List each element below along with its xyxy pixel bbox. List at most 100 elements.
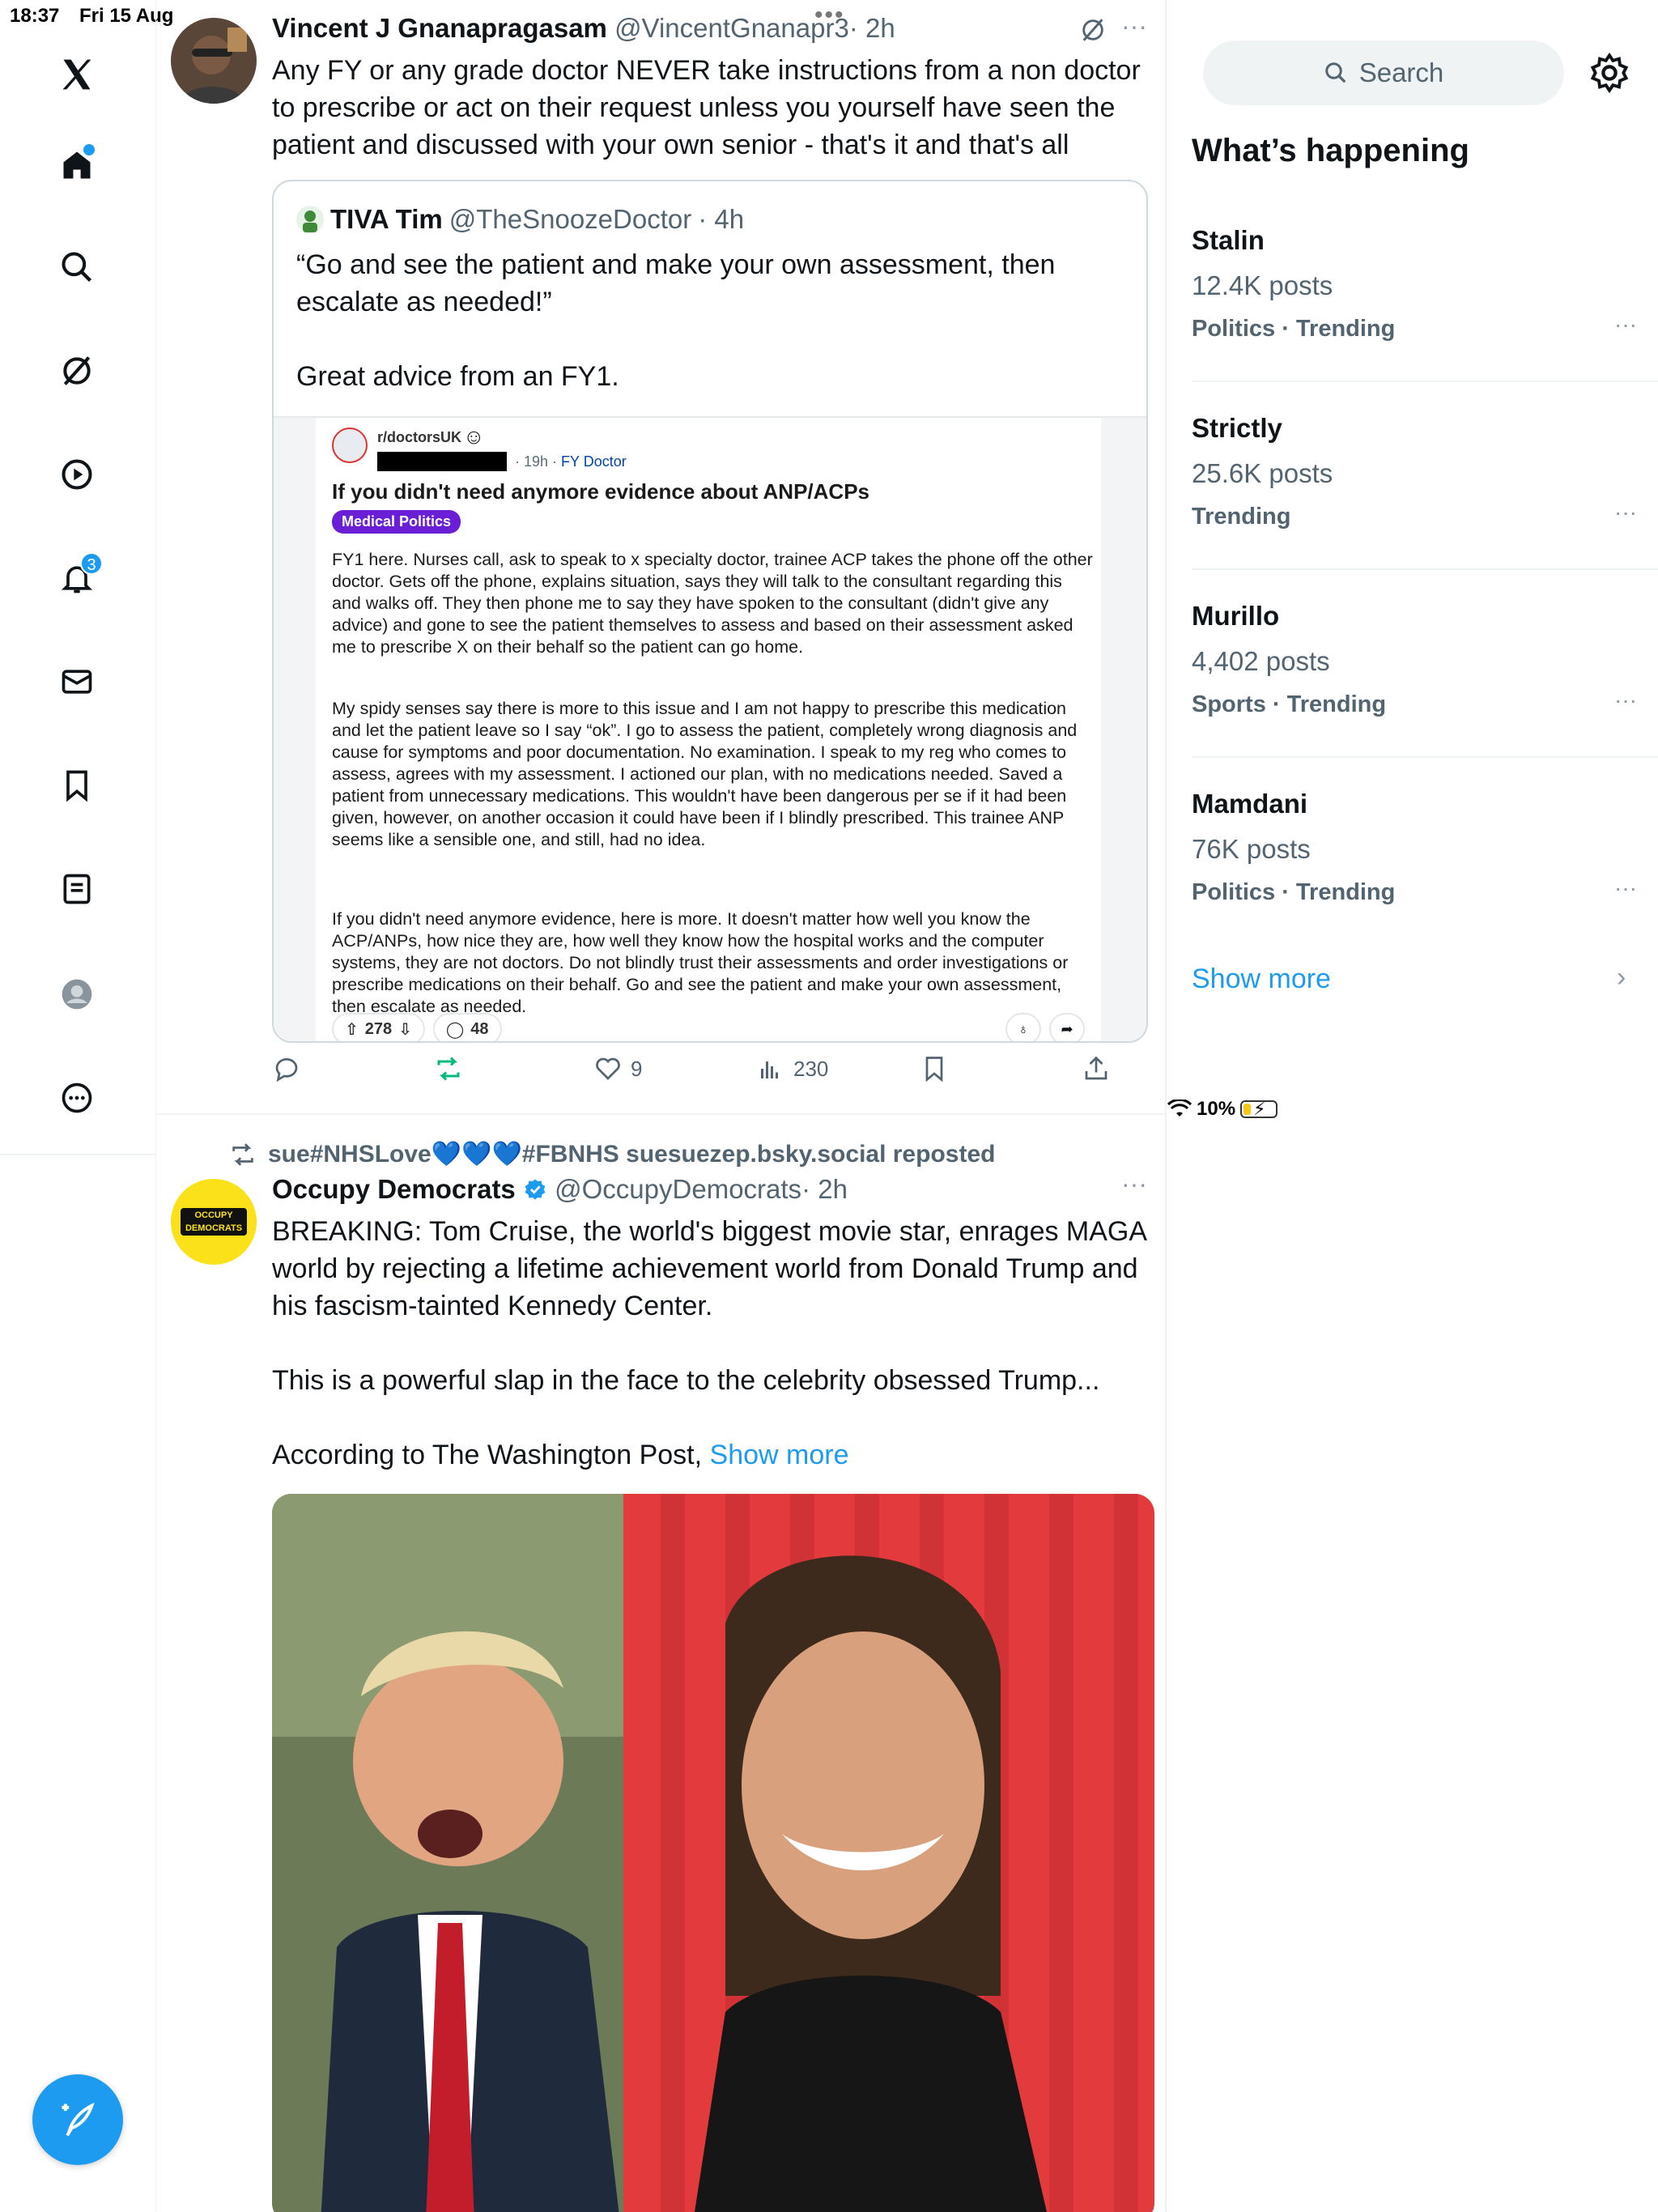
notification-badge: 3 bbox=[80, 552, 103, 575]
reddit-alien-icon: ☺ bbox=[463, 424, 485, 449]
post-time: · 2h bbox=[848, 13, 895, 43]
chevron-right-icon[interactable]: › bbox=[1617, 962, 1626, 993]
upvote-count: 278 bbox=[364, 1019, 393, 1038]
home-icon[interactable] bbox=[51, 139, 103, 191]
repost-context[interactable]: sue#NHSLove💙💙💙#FBNHS suesuezep.bsky.soci… bbox=[229, 1140, 995, 1168]
trend-count: 25.6K posts bbox=[1192, 458, 1333, 488]
reddit-para2: My spidy senses say there is more to thi… bbox=[332, 699, 1078, 849]
video-icon[interactable] bbox=[51, 449, 103, 500]
trend-item[interactable]: Stalin 12.4K posts Politics · Trending ·… bbox=[1192, 225, 1645, 342]
share-button[interactable] bbox=[1082, 1054, 1111, 1083]
grok-icon[interactable] bbox=[51, 345, 103, 397]
reddit-post: r/doctorsUK ☺ · 19h · FY Doctor If you d… bbox=[316, 418, 1101, 1041]
left-nav: 3 bbox=[0, 0, 156, 2212]
trend-name: Murillo bbox=[1192, 601, 1280, 631]
whats-happening-heading: What’s happening bbox=[1192, 133, 1469, 168]
post-header: Vincent J Gnanapragasam @VincentGnanapr3… bbox=[272, 13, 895, 44]
reddit-flair: FY Doctor bbox=[561, 453, 627, 470]
trend-item[interactable]: Murillo 4,402 posts Sports · Trending ··… bbox=[1192, 601, 1645, 718]
views-button[interactable]: 230 bbox=[756, 1054, 828, 1083]
timeline: Vincent J Gnanapragasam @VincentGnanapr3… bbox=[156, 0, 1167, 2212]
like-button[interactable]: 9 bbox=[593, 1054, 642, 1083]
reddit-vote-pill: ⇧ 278 ⇩ bbox=[332, 1013, 425, 1041]
reply-button[interactable] bbox=[272, 1054, 301, 1083]
trend-count: 4,402 posts bbox=[1192, 646, 1330, 676]
reddit-meta: · 19h · FY Doctor bbox=[515, 453, 627, 470]
quote-author-handle: @TheSnoozeDoctor bbox=[449, 204, 692, 234]
gear-icon[interactable] bbox=[1588, 52, 1630, 94]
view-count: 230 bbox=[793, 1056, 829, 1081]
trend-more-icon[interactable]: ··· bbox=[1614, 687, 1637, 713]
search-placeholder: Search bbox=[1358, 57, 1444, 87]
avatar[interactable]: OCCUPY DEMOCRATS bbox=[171, 1179, 257, 1265]
search-input[interactable]: Search bbox=[1203, 40, 1564, 105]
repost-icon bbox=[232, 1142, 253, 1166]
post-text-para3: According to The Washington Post, bbox=[272, 1440, 703, 1470]
profile-icon[interactable] bbox=[51, 968, 103, 1020]
like-icon bbox=[596, 1057, 620, 1080]
share-arrow-icon: ➦ bbox=[1049, 1013, 1085, 1041]
post-more-icon[interactable]: ··· bbox=[1121, 1169, 1147, 1199]
post-vincent[interactable]: Vincent J Gnanapragasam @VincentGnanapr3… bbox=[156, 0, 1167, 1113]
share-icon bbox=[1085, 1056, 1107, 1080]
quote-time: · 4h bbox=[698, 204, 745, 234]
avatar[interactable] bbox=[171, 18, 257, 104]
comment-count: 48 bbox=[470, 1019, 489, 1038]
trend-item[interactable]: Strictly 25.6K posts Trending ··· bbox=[1192, 413, 1645, 530]
reddit-tag: Medical Politics bbox=[332, 510, 461, 534]
post-image[interactable] bbox=[272, 1494, 1154, 2212]
reply-icon bbox=[275, 1058, 298, 1083]
author-handle[interactable]: @OccupyDemocrats bbox=[555, 1174, 801, 1204]
post-divider bbox=[156, 1113, 1167, 1115]
reddit-comment-pill: ◯ 48 bbox=[432, 1013, 502, 1041]
trend-more-icon[interactable]: ··· bbox=[1614, 875, 1637, 901]
trend-divider bbox=[1192, 381, 1658, 382]
x-logo-icon[interactable] bbox=[51, 49, 103, 100]
right-sidebar: Search What’s happening Stalin 12.4K pos… bbox=[1167, 0, 1658, 2212]
mail-icon[interactable] bbox=[51, 656, 103, 708]
lists-icon[interactable] bbox=[51, 863, 103, 915]
repost-button[interactable] bbox=[434, 1054, 463, 1083]
reddit-actions: ⇧ 278 ⇩ ◯ 48 bbox=[332, 1013, 502, 1041]
post-text-para2: This is a powerful slap in the face to t… bbox=[272, 1365, 1100, 1396]
compose-button[interactable] bbox=[32, 2074, 123, 2165]
trend-divider bbox=[1192, 756, 1658, 758]
search-icon[interactable] bbox=[51, 241, 103, 293]
comment-icon: ◯ bbox=[445, 1020, 465, 1039]
views-icon bbox=[761, 1061, 778, 1078]
author-name[interactable]: Occupy Democrats bbox=[272, 1174, 516, 1204]
trend-name: Strictly bbox=[1192, 413, 1282, 443]
quote-screenshot[interactable]: r/doctorsUK ☺ · 19h · FY Doctor If you d… bbox=[274, 416, 1146, 1041]
reposted-by: sue#NHSLove💙💙💙#FBNHS suesuezep.bsky.soci… bbox=[268, 1141, 996, 1168]
home-new-dot bbox=[83, 144, 95, 155]
bookmark-icon[interactable] bbox=[51, 759, 103, 811]
trend-count: 12.4K posts bbox=[1192, 270, 1333, 300]
author-handle[interactable]: @VincentGnanapr3 bbox=[614, 13, 849, 43]
trend-more-icon[interactable]: ··· bbox=[1614, 500, 1637, 525]
bell-icon[interactable]: 3 bbox=[51, 552, 103, 604]
quote-text-line1: “Go and see the patient and make your ow… bbox=[296, 249, 1056, 317]
post-time: · 2h bbox=[801, 1174, 848, 1204]
show-more-link[interactable]: Show more bbox=[710, 1440, 849, 1470]
search-icon bbox=[1324, 62, 1346, 83]
trend-name: Stalin bbox=[1192, 225, 1265, 255]
verified-icon bbox=[525, 1179, 546, 1200]
post-more-icon[interactable]: ··· bbox=[1121, 11, 1147, 41]
reddit-para3: If you didn't need anymore evidence, her… bbox=[332, 909, 1069, 1016]
trend-more-icon[interactable]: ··· bbox=[1614, 312, 1637, 338]
quote-header: TIVA Tim @TheSnoozeDoctor · 4h bbox=[296, 204, 744, 235]
more-icon[interactable] bbox=[51, 1072, 103, 1124]
subreddit-logo-icon bbox=[332, 428, 368, 463]
award-icon: ♁ bbox=[1005, 1013, 1041, 1041]
quoted-post[interactable]: TIVA Tim @TheSnoozeDoctor · 4h “Go and se… bbox=[272, 180, 1148, 1043]
trend-item[interactable]: Mamdani 76K posts Politics · Trending ··… bbox=[1192, 789, 1645, 906]
bookmark-button[interactable] bbox=[920, 1054, 949, 1083]
downvote-icon: ⇩ bbox=[398, 1020, 412, 1039]
upvote-icon: ⇧ bbox=[345, 1020, 359, 1039]
repost-icon bbox=[437, 1057, 460, 1081]
show-more-trends-link[interactable]: Show more bbox=[1192, 963, 1331, 995]
subreddit-name: r/doctorsUK bbox=[377, 429, 462, 445]
author-name[interactable]: Vincent J Gnanapragasam bbox=[272, 13, 607, 43]
grok-icon[interactable] bbox=[1079, 16, 1107, 44]
trend-category: Politics · Trending bbox=[1192, 879, 1396, 905]
